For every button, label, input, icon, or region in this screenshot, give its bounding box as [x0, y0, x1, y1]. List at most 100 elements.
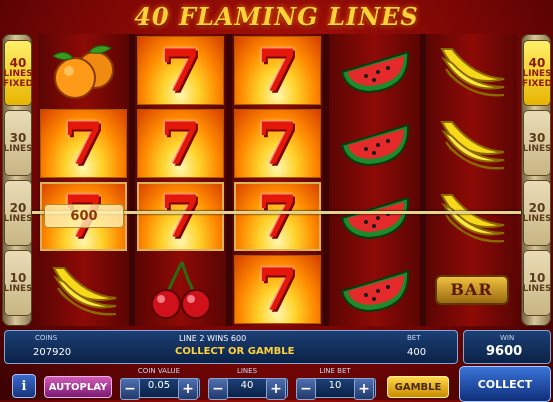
coin-value-minus-button[interactable]: −	[120, 378, 140, 400]
seven-icon: 7	[63, 109, 104, 178]
line-win-text: LINE 2 WINS 600	[179, 334, 247, 343]
lines-minus-button[interactable]: −	[208, 378, 228, 400]
coins-label: COINS	[35, 334, 58, 342]
symbol-bananas	[40, 255, 127, 324]
bananas-icon	[439, 193, 504, 242]
line-indicator-label: LINES FIXED	[2, 69, 34, 89]
symbol-seven: 7	[234, 255, 321, 324]
seven-icon: 7	[160, 36, 201, 105]
symbol-oranges	[40, 36, 127, 105]
line-indicator-20: 20 LINES	[522, 180, 552, 246]
autoplay-button[interactable]: AUTOPLAY	[44, 376, 112, 398]
line-indicator-number: 30	[528, 131, 546, 145]
symbol-bar: BAR	[428, 255, 515, 324]
gamble-button[interactable]: GAMBLE	[387, 376, 449, 398]
seven-icon: 7	[257, 255, 298, 324]
seven-icon: 7	[160, 109, 201, 178]
bananas-icon	[439, 47, 504, 96]
line-indicator-panel-left: 40 LINES FIXED 30 LINES 20 LINES 10 LINE…	[2, 34, 34, 326]
cherries-icon	[150, 260, 211, 319]
line-indicator-number: 40	[9, 56, 27, 70]
bet-label: BET	[407, 334, 421, 342]
watermelon-icon	[340, 50, 409, 93]
win-box: WIN 9600	[463, 330, 551, 364]
coin-value-plus-button[interactable]: +	[178, 378, 198, 400]
watermelon-icon	[340, 269, 409, 312]
symbol-bananas	[428, 182, 515, 251]
lines-label: LINES	[236, 367, 258, 375]
symbol-seven: 7	[234, 109, 321, 178]
bet-value: 400	[407, 347, 427, 358]
line-indicator-label: LINES	[3, 284, 33, 294]
symbol-watermelon	[331, 255, 418, 324]
game-title: 40 FLAMING LINES	[134, 2, 419, 31]
info-button[interactable]: i	[12, 374, 36, 398]
symbol-watermelon	[331, 182, 418, 251]
info-bar: COINS 207920 LINE 2 WINS 600 COLLECT OR …	[4, 330, 458, 364]
symbol-seven: 7	[40, 109, 127, 178]
bar-icon: BAR	[434, 274, 509, 305]
reel-3: 7 7 7 7	[232, 34, 323, 326]
line-bet-plus-button[interactable]: +	[354, 378, 374, 400]
coins-value: 207920	[33, 347, 72, 358]
line-bet-stepper: LINE BET − 10 +	[296, 366, 376, 400]
seven-icon: 7	[257, 182, 298, 251]
line-indicator-number: 10	[9, 271, 27, 285]
line-win-amount: 600	[44, 204, 124, 228]
line-indicator-number: 30	[9, 131, 27, 145]
line-indicator-30: 30 LINES	[3, 110, 33, 176]
line-indicator-10: 10 LINES	[522, 250, 552, 316]
lines-value: 40	[240, 380, 254, 391]
coin-value: 0.05	[147, 380, 171, 391]
line-indicator-30: 30 LINES	[522, 110, 552, 176]
line-indicator-label: LINES	[3, 214, 33, 224]
line-indicator-label: LINES	[522, 284, 552, 294]
reels-area: 7 7 7 7 7 7 7 7 BAR	[38, 34, 517, 326]
reel-4	[329, 34, 420, 326]
reel-2: 7 7 7	[135, 34, 226, 326]
line-indicator-10: 10 LINES	[3, 250, 33, 316]
reel-1: 7 7	[38, 34, 129, 326]
line-indicator-label: LINES FIXED	[521, 69, 553, 89]
line-indicator-label: LINES	[522, 144, 552, 154]
reel-5: BAR	[426, 34, 517, 326]
line-indicator-number: 20	[9, 201, 27, 215]
line-indicator-label: LINES	[522, 214, 552, 224]
seven-icon: 7	[257, 36, 298, 105]
symbol-seven: 7	[137, 182, 224, 251]
lines-stepper: LINES − 40 +	[208, 366, 288, 400]
win-label: WIN	[500, 334, 515, 342]
collect-button[interactable]: COLLECT	[459, 366, 551, 402]
symbol-cherries	[137, 255, 224, 324]
seven-icon: 7	[257, 109, 298, 178]
coin-value-label: COIN VALUE	[137, 367, 181, 375]
win-value: 9600	[486, 344, 523, 359]
symbol-bananas	[428, 109, 515, 178]
seven-icon: 7	[160, 182, 201, 251]
symbol-seven: 7	[137, 109, 224, 178]
bananas-icon	[51, 266, 116, 315]
bananas-icon	[439, 120, 504, 169]
coin-value-stepper: COIN VALUE − 0.05 +	[120, 366, 200, 400]
line-indicator-40: 40 LINES FIXED	[2, 40, 34, 106]
oranges-icon	[51, 44, 114, 99]
control-bar: i AUTOPLAY COIN VALUE − 0.05 + LINES − 4…	[0, 366, 553, 402]
watermelon-icon	[340, 196, 409, 239]
symbol-seven: 7	[137, 36, 224, 105]
symbol-watermelon	[331, 36, 418, 105]
line-indicator-20: 20 LINES	[3, 180, 33, 246]
symbol-bananas	[428, 36, 515, 105]
symbol-seven: 7	[234, 36, 321, 105]
line-bet-label: LINE BET	[319, 367, 351, 375]
line-indicator-number: 20	[528, 201, 546, 215]
line-indicator-panel-right: 40 LINES FIXED 30 LINES 20 LINES 10 LINE…	[521, 34, 553, 326]
line-bet-value: 10	[328, 380, 342, 391]
line-indicator-number: 40	[528, 56, 546, 70]
status-text: COLLECT OR GAMBLE	[175, 346, 295, 357]
line-indicator-number: 10	[528, 271, 546, 285]
symbol-watermelon	[331, 109, 418, 178]
line-bet-minus-button[interactable]: −	[296, 378, 316, 400]
symbol-seven: 7	[234, 182, 321, 251]
lines-plus-button[interactable]: +	[266, 378, 286, 400]
watermelon-icon	[340, 123, 409, 166]
